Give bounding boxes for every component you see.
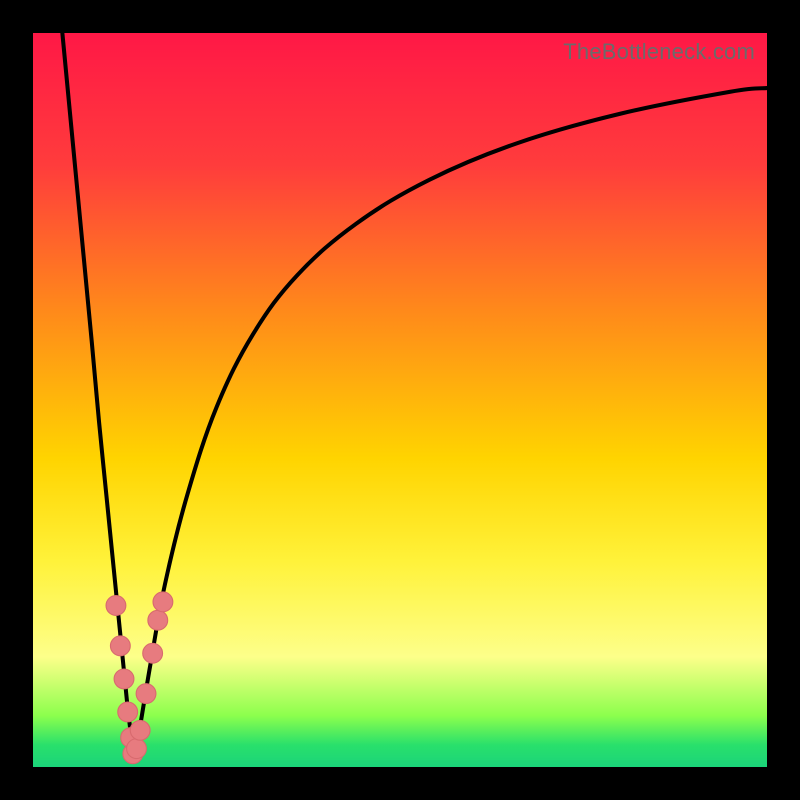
data-marker <box>106 596 126 616</box>
data-marker <box>130 720 150 740</box>
data-marker <box>110 636 130 656</box>
curve-right-branch <box>134 88 767 760</box>
bottleneck-curve <box>33 33 767 767</box>
data-marker <box>127 739 147 759</box>
data-marker <box>114 669 134 689</box>
plot-area: TheBottleneck.com <box>33 33 767 767</box>
data-marker <box>118 702 138 722</box>
data-marker <box>143 643 163 663</box>
data-marker <box>148 610 168 630</box>
data-marker <box>153 592 173 612</box>
chart-frame: TheBottleneck.com <box>0 0 800 800</box>
data-markers-group <box>106 592 173 764</box>
data-marker <box>136 684 156 704</box>
